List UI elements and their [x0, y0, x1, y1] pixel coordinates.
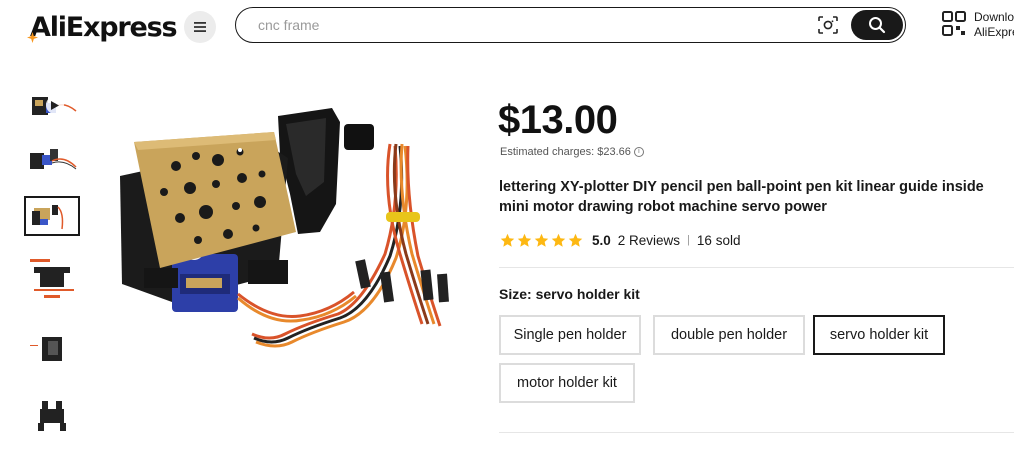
thumbnail-4[interactable]	[24, 256, 80, 304]
thumbnail-image	[30, 149, 77, 170]
thumbnail-6[interactable]	[24, 396, 80, 436]
size-option-double-pen-holder[interactable]: double pen holder	[653, 315, 805, 355]
rating-stars	[500, 233, 583, 248]
download-app-text: Download the AliExpress app	[974, 10, 1014, 39]
star-icon	[534, 233, 549, 247]
star-icon	[551, 233, 566, 247]
download-app-link[interactable]: Download the AliExpress app	[942, 10, 1014, 42]
star-icon	[517, 233, 532, 247]
sold-count: 16 sold	[696, 232, 741, 248]
aliexpress-logo[interactable]: AliExpress	[27, 9, 178, 45]
rating-score: 5.0	[592, 232, 611, 248]
product-title: lettering XY-plotter DIY pencil pen ball…	[499, 179, 984, 215]
qr-code-icon	[942, 11, 966, 36]
menu-button[interactable]	[184, 11, 216, 43]
search-bar	[235, 7, 906, 43]
thumbnail-3-selected[interactable]	[24, 196, 80, 236]
thumbnail-video[interactable]	[24, 86, 80, 126]
divider	[499, 267, 1014, 268]
logo-star-icon	[27, 32, 38, 43]
search-input[interactable]	[258, 15, 818, 35]
reviews-link[interactable]: 2 Reviews	[618, 233, 680, 248]
image-search-button[interactable]	[816, 14, 840, 36]
thumbnail-5[interactable]	[24, 326, 80, 370]
thumbnail-image	[30, 259, 74, 298]
separator: |	[687, 234, 690, 246]
product-photo	[120, 108, 449, 348]
size-option-servo-holder-kit[interactable]: servo holder kit	[813, 315, 945, 355]
size-label: Size: servo holder kit	[499, 286, 640, 302]
header: AliExpress cnc frame Downlo AliExpr	[0, 0, 1014, 54]
thumbnail-image	[30, 337, 62, 361]
size-option-motor-holder-kit[interactable]: motor holder kit	[499, 363, 635, 403]
estimated-charges: Estimated charges: $23.66 i	[500, 146, 644, 158]
search-icon	[869, 17, 886, 34]
search-button[interactable]	[851, 10, 903, 40]
thumbnail-image	[38, 401, 66, 431]
product-price: $13.00	[498, 98, 618, 142]
divider	[499, 432, 1014, 433]
size-option-single-pen-holder[interactable]: Single pen holder	[499, 315, 641, 355]
thumbnail-2[interactable]	[24, 140, 80, 180]
thumbnail-image	[32, 205, 64, 230]
hamburger-icon	[194, 22, 206, 32]
star-icon	[500, 233, 515, 247]
play-icon	[46, 96, 64, 114]
logo-text: AliExpress	[30, 11, 178, 43]
camera-scan-icon	[818, 16, 838, 34]
star-icon	[568, 233, 583, 247]
main-product-image[interactable]	[100, 84, 470, 384]
rating-row: 5.0 2 Reviews | 16 sold	[500, 232, 740, 248]
info-icon[interactable]: i	[633, 147, 644, 157]
